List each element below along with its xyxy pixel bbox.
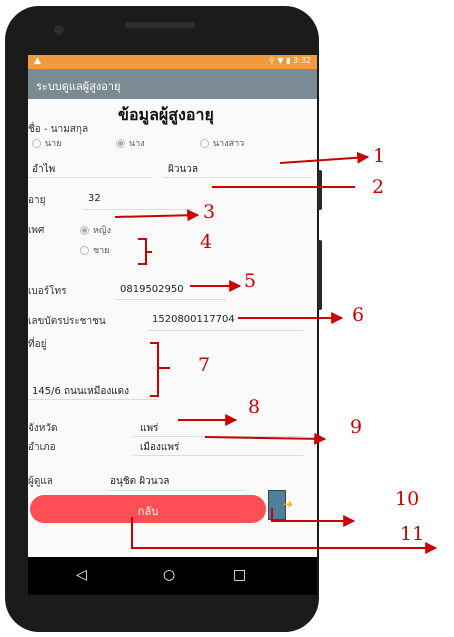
- annotation-6: 6: [352, 304, 365, 326]
- annotation-5: 5: [244, 270, 257, 292]
- annotation-arrows: [114, 151, 438, 554]
- annotation-4: 4: [200, 231, 213, 253]
- annotation-11: 11: [400, 523, 425, 545]
- arrow-9: [204, 432, 327, 445]
- annotation-3: 3: [203, 201, 216, 223]
- bracket-4: [138, 238, 152, 265]
- annotation-1: 1: [373, 145, 386, 167]
- annotation-8: 8: [248, 396, 261, 418]
- annotation-10: 10: [395, 488, 420, 510]
- arrow-1: [279, 151, 370, 164]
- annotation-9: 9: [350, 416, 363, 438]
- annotation-2: 2: [372, 176, 385, 198]
- arrow-10: [271, 508, 356, 527]
- bracket-7: [150, 342, 170, 397]
- annotation-7: 7: [198, 354, 211, 376]
- arrow-3: [114, 209, 200, 222]
